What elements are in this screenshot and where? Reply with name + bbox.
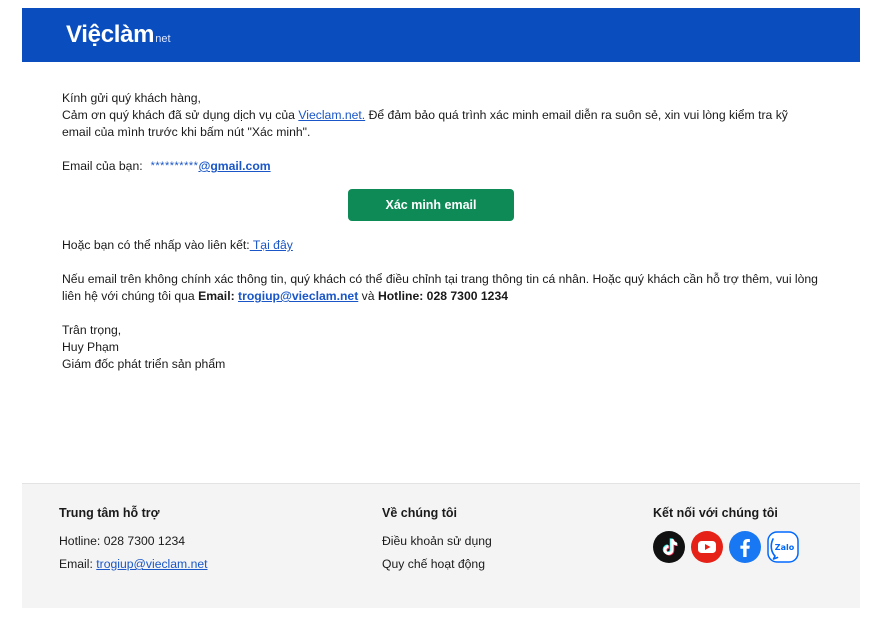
here-link[interactable]: Tại đây [250, 238, 293, 252]
greeting: Kính gửi quý khách hàng, [62, 91, 201, 105]
support-email-link[interactable]: trogiup@vieclam.net [238, 289, 358, 303]
footer-about-column: Về chúng tôi Điều khoản sử dụng Quy chế … [382, 506, 492, 580]
tiktok-icon[interactable] [653, 531, 685, 563]
alt-link-row: Hoặc bạn có thể nhấp vào liên kết: Tại đ… [62, 237, 820, 254]
terms-link[interactable]: Điều khoản sử dụng [382, 534, 492, 548]
regulations-link[interactable]: Quy chế hoạt động [382, 557, 492, 571]
email-footer: Trung tâm hỗ trợ Hotline: 028 7300 1234 … [22, 483, 860, 608]
zalo-icon[interactable]: Zalo [767, 531, 799, 563]
about-title: Về chúng tôi [382, 506, 457, 520]
alt-text: Hoặc bạn có thể nhấp vào liên kết: [62, 238, 250, 252]
email-domain-link[interactable]: @gmail.com [198, 158, 270, 175]
signer-title: Giám đốc phát triển sản phẩm [62, 357, 226, 371]
facebook-icon[interactable] [729, 531, 761, 563]
email-mask: ********** [150, 160, 199, 172]
support-email-label: Email: [198, 289, 235, 303]
email-row: Email của bạn: ********** @gmail.com [62, 158, 820, 175]
footer-email-label: Email: [59, 557, 97, 571]
zalo-text: Zalo [775, 543, 795, 552]
support-and: và [358, 289, 378, 303]
footer-hotline: Hotline: 028 7300 1234 [59, 534, 186, 548]
signer-name: Huy Phạm [62, 340, 119, 354]
support-title: Trung tâm hỗ trợ [59, 506, 160, 520]
email-label: Email của bạn: [62, 159, 143, 173]
logo-sub-text: net [155, 33, 171, 45]
email-header: Việclàm net [22, 8, 860, 62]
footer-connect-column: Kết nối với chúng tôi Zalo [653, 506, 799, 563]
footer-email-row: Email: trogiup@vieclam.net [59, 557, 208, 571]
logo-main-text: Việclàm [66, 21, 155, 48]
footer-support-column: Trung tâm hỗ trợ Hotline: 028 7300 1234 … [59, 506, 208, 580]
intro-before: Cảm ơn quý khách đã sử dụng dịch vụ của [62, 108, 299, 122]
support-hotline: Hotline: 028 7300 1234 [377, 289, 509, 303]
youtube-icon[interactable] [691, 531, 723, 563]
vieclam-logo[interactable]: Việclàm net [66, 21, 171, 49]
signoff: Trân trọng, [62, 323, 122, 337]
vieclam-link[interactable]: Vieclam.net. [298, 108, 365, 122]
footer-email-link[interactable]: trogiup@vieclam.net [96, 557, 207, 571]
social-links: Zalo [653, 531, 799, 563]
verify-email-button[interactable]: Xác minh email [348, 189, 514, 221]
connect-title: Kết nối với chúng tôi [653, 506, 778, 520]
support-paragraph: Nếu email trên không chính xác thông tin… [62, 271, 820, 305]
email-body: Kính gửi quý khách hàng, Cảm ơn quý khác… [22, 62, 860, 483]
intro-paragraph: Cảm ơn quý khách đã sử dụng dịch vụ của … [62, 107, 820, 141]
email-container: Việclàm net Kính gửi quý khách hàng, Cảm… [22, 8, 860, 608]
